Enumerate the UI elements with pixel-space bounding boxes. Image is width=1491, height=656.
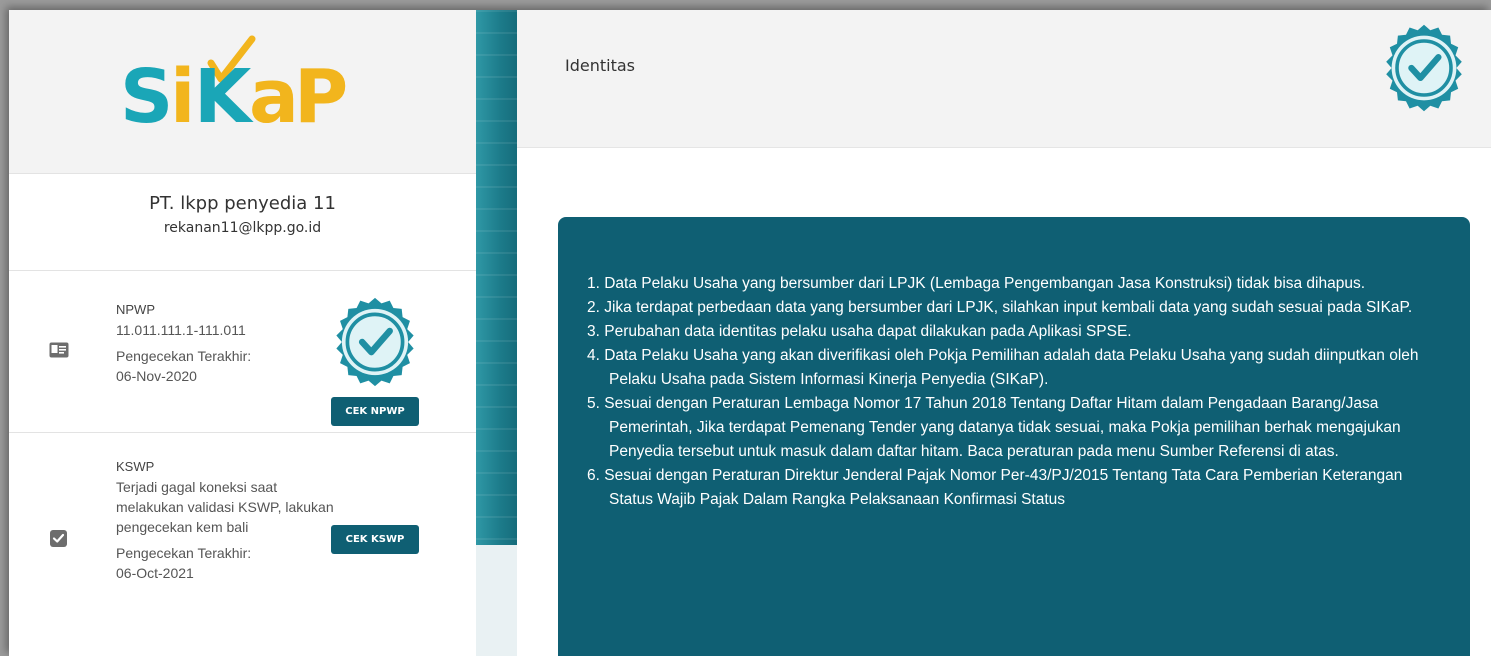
checkbox-checked-icon[interactable] — [50, 530, 67, 547]
npwp-number: 11.011.111.1-111.011 — [116, 322, 246, 338]
sidebar: S i K a P PT. lkpp penyedia 11 rekanan11… — [9, 10, 476, 656]
sidebar-divider-lower — [476, 545, 517, 656]
kswp-last-check-label: Pengecekan Terakhir: — [116, 545, 252, 561]
kswp-last-check-date: 06-Oct-2021 — [116, 565, 194, 581]
svg-text:a: a — [249, 54, 299, 137]
app-window: S i K a P PT. lkpp penyedia 11 rekanan11… — [9, 10, 1491, 656]
company-email: rekanan11@lkpp.go.id — [163, 220, 322, 236]
notice-list: 1. Data Pelaku Usaha yang bersumber dari… — [587, 272, 1447, 512]
cek-kswp-button[interactable]: CEK KSWP — [331, 525, 419, 554]
npwp-section: NPWP 11.011.111.1-111.011 Pengecekan Ter… — [9, 270, 476, 433]
sikap-logo[interactable]: S i K a P — [114, 27, 374, 137]
company-name: PT. lkpp penyedia 11 — [149, 193, 336, 214]
notice-item-5: 5. Sesuai dengan Peraturan Lembaga Nomor… — [587, 395, 1401, 460]
kswp-label: KSWP — [116, 459, 155, 474]
svg-text:K: K — [194, 54, 254, 137]
cek-npwp-button[interactable]: CEK NPWP — [331, 397, 419, 426]
kswp-message: Terjadi gagal koneksi saat melakukan val… — [116, 479, 334, 535]
npwp-label: NPWP — [116, 302, 155, 317]
npwp-last-check-label: Pengecekan Terakhir: — [116, 348, 252, 364]
notice-item-2: 2. Jika terdapat perbedaan data yang ber… — [587, 299, 1413, 316]
notice-item-3: 3. Perubahan data identitas pelaku usaha… — [587, 323, 1132, 340]
notice-panel: 1. Data Pelaku Usaha yang bersumber dari… — [558, 217, 1470, 656]
npwp-verified-badge-icon — [336, 297, 414, 387]
svg-text:S: S — [120, 54, 173, 137]
notice-item-6: 6. Sesuai dengan Peraturan Direktur Jend… — [587, 467, 1403, 508]
company-profile: PT. lkpp penyedia 11 rekanan11@lkpp.go.i… — [9, 173, 476, 271]
kswp-info: KSWP Terjadi gagal koneksi saat melakuka… — [116, 457, 336, 583]
logo-area: S i K a P — [9, 10, 476, 174]
notice-item-1: 1. Data Pelaku Usaha yang bersumber dari… — [587, 275, 1366, 292]
id-card-icon — [49, 342, 69, 358]
verified-badge-icon — [1386, 24, 1462, 112]
npwp-last-check-date: 06-Nov-2020 — [116, 368, 197, 384]
notice-item-4: 4. Data Pelaku Usaha yang akan diverifik… — [587, 347, 1419, 388]
page-title: Identitas — [565, 56, 635, 75]
kswp-section: KSWP Terjadi gagal koneksi saat melakuka… — [9, 432, 476, 656]
main-content: Identitas 1. Data Pelaku Usaha yang bers… — [517, 10, 1491, 656]
npwp-info: NPWP 11.011.111.1-111.011 Pengecekan Ter… — [116, 300, 331, 386]
svg-text:P: P — [294, 54, 348, 137]
svg-text:i: i — [170, 54, 195, 137]
page-header: Identitas — [517, 10, 1491, 148]
